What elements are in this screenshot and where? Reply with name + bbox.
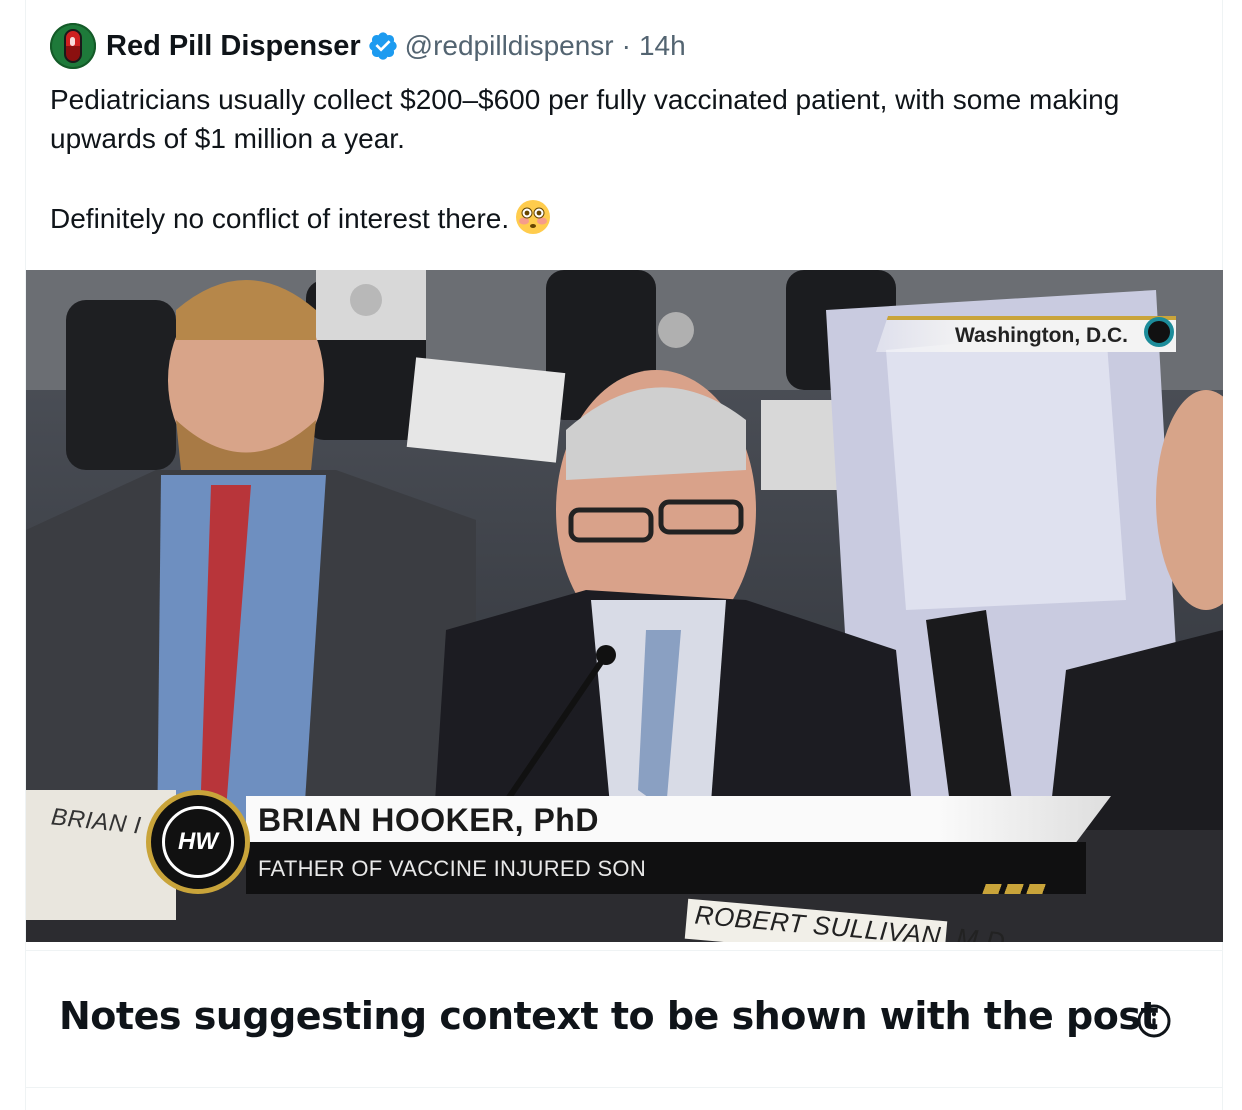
post-text-line2: Definitely no conflict of interest there… bbox=[50, 199, 1190, 238]
author-name[interactable]: Red Pill Dispenser bbox=[106, 30, 361, 63]
avatar[interactable] bbox=[50, 23, 96, 69]
post-time[interactable]: 14h bbox=[639, 30, 686, 62]
post-header: Red Pill Dispenser @redpilldispensr · 14… bbox=[50, 23, 686, 69]
author-handle[interactable]: @redpilldispensr bbox=[405, 30, 614, 62]
gold-accent-bars bbox=[982, 884, 1048, 894]
location-tag: Washington, D.C. bbox=[876, 316, 1176, 352]
post-card[interactable]: Red Pill Dispenser @redpilldispensr · 14… bbox=[25, 0, 1223, 1110]
post-text: Pediatricians usually collect $200–$600 … bbox=[50, 80, 1190, 238]
lower-third-subtitle: FATHER OF VACCINE INJURED SON bbox=[258, 856, 647, 881]
info-icon[interactable] bbox=[1136, 1003, 1172, 1039]
lower-third: BRIAN HOOKER, PhD FATHER OF VACCINE INJU… bbox=[146, 790, 1111, 896]
flushed-face-emoji-icon bbox=[516, 200, 551, 234]
verified-badge-icon bbox=[368, 32, 397, 60]
network-logo-text: HW bbox=[162, 806, 234, 878]
network-logo-icon: HW bbox=[146, 790, 250, 894]
divider bbox=[26, 950, 1223, 951]
live-ring-icon bbox=[1144, 317, 1174, 347]
location-text: Washington, D.C. bbox=[954, 324, 1128, 347]
divider-bottom bbox=[26, 1087, 1223, 1088]
lower-third-name: BRIAN HOOKER, PhD bbox=[258, 802, 599, 838]
post-text-line1: Pediatricians usually collect $200–$600 … bbox=[50, 84, 1120, 154]
post-text-line2-text: Definitely no conflict of interest there… bbox=[50, 203, 510, 234]
post-video[interactable]: Washington, D.C. BRIAN I BRIAN HOOKER, P… bbox=[26, 270, 1223, 942]
notes-heading: Notes suggesting context to be shown wit… bbox=[59, 994, 1159, 1038]
separator-dot: · bbox=[621, 30, 631, 61]
